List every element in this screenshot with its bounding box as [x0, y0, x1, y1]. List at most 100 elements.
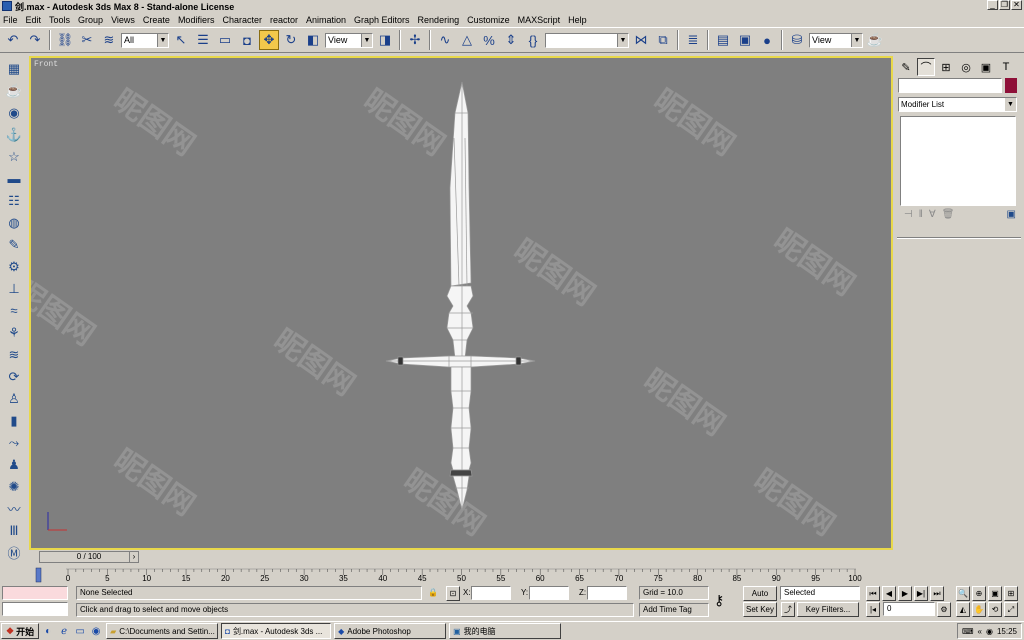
create-tab-icon[interactable]: ✎	[897, 58, 915, 76]
sphere-icon[interactable]: ◉	[4, 103, 24, 122]
undo-icon[interactable]: ↶	[3, 30, 23, 50]
edit-named-selection-icon[interactable]: {}	[523, 30, 543, 50]
show-desktop-icon[interactable]: ▭	[73, 624, 87, 638]
selection-lock-icon[interactable]: 🔒	[428, 586, 438, 600]
path-icon[interactable]: ⤳	[4, 433, 24, 452]
pan-icon[interactable]: ✋	[972, 602, 986, 617]
modifier-stack[interactable]	[900, 116, 1016, 206]
key-mode-dropdown[interactable]: Selected	[780, 586, 860, 600]
menu-group[interactable]: Group	[78, 15, 103, 25]
twist-icon[interactable]: ⟳	[4, 367, 24, 386]
render-scene-icon[interactable]: ⛁	[787, 30, 807, 50]
zoom-extents-all-icon[interactable]: ⊞	[1004, 586, 1018, 601]
time-slider-next-icon[interactable]: ›	[129, 551, 139, 563]
previous-frame-icon[interactable]: ◀	[882, 586, 896, 601]
select-by-name-icon[interactable]: ☰	[193, 30, 213, 50]
rect-selection-icon[interactable]: ▭	[215, 30, 235, 50]
maxscript-output-field[interactable]	[2, 602, 68, 616]
wind-icon[interactable]: ⚘	[4, 323, 24, 342]
schematic-view-icon[interactable]: ▣	[735, 30, 755, 50]
menu-create[interactable]: Create	[143, 15, 170, 25]
star-icon[interactable]: ☆	[4, 147, 24, 166]
zoom-all-icon[interactable]: ⊕	[972, 586, 986, 601]
go-to-end-icon[interactable]: ⏭	[930, 586, 944, 601]
maxscript-listener-field[interactable]	[2, 586, 68, 600]
menu-modifiers[interactable]: Modifiers	[178, 15, 215, 25]
menu-maxscript[interactable]: MAXScript	[518, 15, 561, 25]
task-3dsmax[interactable]: ◘ 剑.max - Autodesk 3ds ...	[221, 623, 332, 639]
menu-customize[interactable]: Customize	[467, 15, 510, 25]
menu-tools[interactable]: Tools	[49, 15, 70, 25]
key-icon[interactable]: ⚷	[714, 593, 724, 607]
tube-icon[interactable]: ◍	[4, 213, 24, 232]
start-button[interactable]: ❖ 开始	[1, 623, 40, 639]
bind-space-warp-icon[interactable]: ≋	[99, 30, 119, 50]
render-type-dropdown[interactable]: View ▼	[809, 32, 863, 48]
material-editor-icon[interactable]: ●	[757, 30, 777, 50]
task-my-computer[interactable]: ▣ 我的电脑	[449, 623, 562, 639]
stack-icon[interactable]: ☷	[4, 191, 24, 210]
menu-graph-editors[interactable]: Graph Editors	[354, 15, 410, 25]
current-frame-input[interactable]: 0	[883, 602, 935, 616]
z-coordinate-input[interactable]	[587, 586, 627, 600]
spinner-snap-icon[interactable]: ⇕	[501, 30, 521, 50]
wave-icon[interactable]: ≋	[4, 345, 24, 364]
time-configuration-icon[interactable]: ⚙	[937, 602, 951, 617]
pin-stack-icon[interactable]: ⊣	[904, 209, 913, 225]
arc-rotate-icon[interactable]: ⟲	[988, 602, 1002, 617]
object-color-swatch[interactable]	[1005, 78, 1017, 93]
manipulate-icon[interactable]: ✢	[405, 30, 425, 50]
modifier-list-dropdown[interactable]: Modifier List ▼	[898, 97, 1017, 112]
zoom-extents-icon[interactable]: ▣	[988, 586, 1002, 601]
remove-modifier-icon[interactable]: 🗑	[942, 209, 955, 225]
menu-rendering[interactable]: Rendering	[418, 15, 460, 25]
minimize-button[interactable]: _	[987, 0, 998, 10]
field-of-view-icon[interactable]: ◭	[956, 602, 970, 617]
volume-icon[interactable]: ◉	[986, 627, 993, 636]
gear-icon[interactable]: ⚙	[4, 257, 24, 276]
layer-manager-icon[interactable]: ≣	[683, 30, 703, 50]
selection-filter-dropdown[interactable]: All ▼	[121, 32, 169, 48]
keyboard-icon[interactable]: ⌨	[962, 627, 974, 636]
menu-file[interactable]: File	[3, 15, 18, 25]
light-icon[interactable]: ⚓	[4, 125, 24, 144]
motion-tab-icon[interactable]: ◎	[957, 58, 975, 76]
close-button[interactable]: ✕	[1011, 0, 1022, 10]
maximize-viewport-icon[interactable]: ⤢	[1004, 602, 1018, 617]
menu-edit[interactable]: Edit	[26, 15, 42, 25]
bone-icon[interactable]: ⊥	[4, 279, 24, 298]
camera-icon[interactable]: ▬	[4, 169, 24, 188]
default-tangent-icon[interactable]: ⤴	[781, 602, 795, 617]
track-bar[interactable]: 0 5 10 15 20 25 30 35 40 45 50 55 60 65 70 75 80 85 90 95 10…	[0, 566, 893, 584]
next-frame-icon[interactable]: ▶|	[914, 586, 928, 601]
zoom-icon[interactable]: 🔍	[956, 586, 970, 601]
menu-views[interactable]: Views	[111, 15, 135, 25]
select-object-icon[interactable]: ↖	[171, 30, 191, 50]
pivot-center-icon[interactable]: ◨	[375, 30, 395, 50]
utilities-tab-icon[interactable]: T	[997, 58, 1015, 76]
reference-coordinate-dropdown[interactable]: View ▼	[325, 32, 373, 48]
key-mode-toggle-icon[interactable]: |◂	[866, 602, 880, 617]
object-name-input[interactable]	[898, 78, 1002, 93]
menu-animation[interactable]: Animation	[306, 15, 346, 25]
tray-expand-icon[interactable]: «	[978, 627, 982, 636]
select-rotate-icon[interactable]: ↻	[281, 30, 301, 50]
select-link-icon[interactable]: ⛓	[55, 30, 75, 50]
modify-tab-icon[interactable]: ⌒	[917, 58, 935, 76]
menu-help[interactable]: Help	[568, 15, 587, 25]
select-move-icon[interactable]: ✥	[259, 30, 279, 50]
figure-icon[interactable]: ♙	[4, 389, 24, 408]
mirror-icon[interactable]: ⋈	[631, 30, 651, 50]
auto-key-button[interactable]: Auto Key	[743, 586, 777, 611]
percent-snap-icon[interactable]: %	[479, 30, 499, 50]
quicklaunch-app-icon[interactable]: ◐	[41, 624, 55, 638]
redo-icon[interactable]: ↷	[25, 30, 45, 50]
sword-model[interactable]	[31, 58, 891, 548]
display-tab-icon[interactable]: ▣	[977, 58, 995, 76]
go-to-start-icon[interactable]: ⏮	[866, 586, 880, 601]
maxscript-icon[interactable]: Ⓜ	[4, 543, 24, 562]
named-selection-dropdown[interactable]: ▼	[545, 32, 629, 48]
menu-character[interactable]: Character	[222, 15, 262, 25]
cylinder-icon[interactable]: ▮	[4, 411, 24, 430]
curve-editor-icon[interactable]: ▤	[713, 30, 733, 50]
